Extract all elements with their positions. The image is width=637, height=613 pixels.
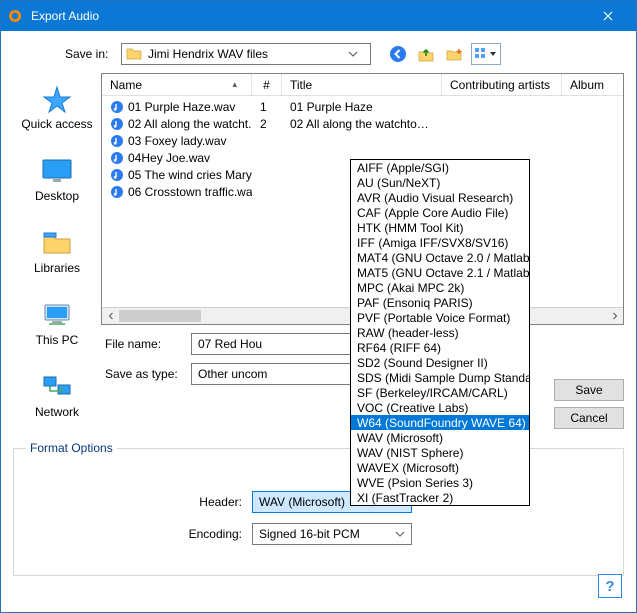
sidebar-item-this-pc[interactable]: This PC (13, 293, 101, 351)
dropdown-option[interactable]: MAT4 (GNU Octave 2.0 / Matlab 4 (351, 250, 529, 265)
dropdown-option[interactable]: AVR (Audio Visual Research) (351, 190, 529, 205)
dropdown-option[interactable]: PVF (Portable Voice Format) (351, 310, 529, 325)
file-title: 02 All along the watchtow... (282, 117, 442, 131)
dropdown-option[interactable]: MPC (Akai MPC 2k) (351, 280, 529, 295)
save-in-value: Jimi Hendrix WAV files (148, 47, 268, 61)
file-name: 06 Crosstown traffic.wav (128, 185, 252, 199)
sidebar-item-libraries[interactable]: Libraries (13, 221, 101, 279)
encoding-label: Encoding: (184, 527, 252, 541)
sidebar-item-desktop[interactable]: Desktop (13, 149, 101, 207)
dropdown-option[interactable]: WVE (Psion Series 3) (351, 475, 529, 490)
dropdown-option[interactable]: AIFF (Apple/SGI) (351, 160, 529, 175)
file-row[interactable]: 03 Foxey lady.wav (102, 132, 623, 149)
close-button[interactable] (585, 1, 630, 31)
dropdown-option[interactable]: VOC (Creative Labs) (351, 400, 529, 415)
save-as-type-value: Other uncom (198, 367, 267, 381)
cancel-button[interactable]: Cancel (554, 407, 624, 429)
header-value: WAV (Microsoft) (259, 495, 345, 509)
dropdown-option[interactable]: RAW (header-less) (351, 325, 529, 340)
column-headers: Name▴ # Title Contributing artists Album (102, 74, 623, 96)
dropdown-option[interactable]: SD2 (Sound Designer II) (351, 355, 529, 370)
save-as-type-label: Save as type: (101, 367, 191, 381)
save-in-row: Save in: Jimi Hendrix WAV files (13, 43, 624, 65)
dropdown-option[interactable]: IFF (Amiga IFF/SVX8/SV16) (351, 235, 529, 250)
save-in-combo[interactable]: Jimi Hendrix WAV files (121, 43, 371, 65)
column-title[interactable]: Title (282, 74, 442, 95)
sidebar-item-label: Desktop (35, 189, 79, 203)
file-name-label: File name: (101, 337, 191, 351)
file-track-number: 2 (252, 117, 282, 131)
file-track-number: 1 (252, 100, 282, 114)
scroll-left-button[interactable] (102, 308, 119, 325)
file-name: 02 All along the watcht... (128, 117, 252, 131)
dropdown-option[interactable]: MAT5 (GNU Octave 2.1 / Matlab 5 (351, 265, 529, 280)
file-row[interactable]: 01 Purple Haze.wav 101 Purple Haze (102, 98, 623, 115)
audio-file-icon (110, 134, 124, 148)
audio-file-icon (110, 168, 124, 182)
sidebar-item-label: This PC (36, 333, 79, 347)
dropdown-option[interactable]: WAVEX (Microsoft) (351, 460, 529, 475)
dropdown-option[interactable]: AU (Sun/NeXT) (351, 175, 529, 190)
file-title: 01 Purple Haze (282, 100, 442, 114)
titlebar: Export Audio (1, 1, 636, 31)
desktop-icon (39, 155, 75, 187)
sidebar-item-label: Network (35, 405, 79, 419)
sidebar-item-label: Libraries (34, 261, 80, 275)
file-name: 05 The wind cries Mary... (128, 168, 252, 182)
dropdown-option[interactable]: XI (FastTracker 2) (351, 490, 529, 505)
network-icon (39, 371, 75, 403)
sidebar-item-label: Quick access (21, 117, 92, 131)
column-album[interactable]: Album (562, 74, 623, 95)
chevron-down-icon (348, 51, 366, 57)
scrollbar-thumb[interactable] (119, 310, 201, 322)
file-row[interactable]: 02 All along the watcht...202 All along … (102, 115, 623, 132)
encoding-combo[interactable]: Signed 16-bit PCM (252, 523, 412, 545)
save-button[interactable]: Save (554, 379, 624, 401)
file-name: 01 Purple Haze.wav (128, 100, 235, 114)
encoding-value: Signed 16-bit PCM (259, 527, 360, 541)
app-icon (7, 8, 23, 24)
file-name: 03 Foxey lady.wav (128, 134, 227, 148)
up-one-level-button[interactable] (415, 43, 437, 65)
window-title: Export Audio (31, 9, 585, 23)
column-artist[interactable]: Contributing artists (442, 74, 562, 95)
dropdown-option[interactable]: WAV (NIST Sphere) (351, 445, 529, 460)
audio-file-icon (110, 117, 124, 131)
dropdown-option[interactable]: HTK (HMM Tool Kit) (351, 220, 529, 235)
format-options-group: Format Options Header: WAV (Microsoft) E… (13, 441, 624, 576)
dropdown-option[interactable]: SF (Berkeley/IRCAM/CARL) (351, 385, 529, 400)
dropdown-option[interactable]: WAV (Microsoft) (351, 430, 529, 445)
back-button[interactable] (387, 43, 409, 65)
column-number[interactable]: # (252, 74, 282, 95)
dropdown-option[interactable]: PAF (Ensoniq PARIS) (351, 295, 529, 310)
save-in-label: Save in: (65, 47, 115, 61)
dropdown-option[interactable]: CAF (Apple Core Audio File) (351, 205, 529, 220)
format-options-legend: Format Options (26, 441, 117, 455)
new-folder-button[interactable] (443, 43, 465, 65)
audio-file-icon (110, 100, 124, 114)
dropdown-option[interactable]: SDS (Midi Sample Dump Standard (351, 370, 529, 385)
star-icon (39, 83, 75, 115)
file-name: 04Hey Joe.wav (128, 151, 210, 165)
sort-asc-icon: ▴ (232, 79, 243, 90)
audio-file-icon (110, 151, 124, 165)
sidebar-item-quick-access[interactable]: Quick access (13, 77, 101, 135)
export-audio-dialog: Export Audio Save in: Jimi Hendrix WAV f… (0, 0, 637, 613)
help-button[interactable]: ? (598, 574, 622, 598)
dropdown-option[interactable]: W64 (SoundFoundry WAVE 64) (351, 415, 529, 430)
column-name[interactable]: Name▴ (102, 74, 252, 95)
header-label: Header: (184, 495, 252, 509)
libraries-icon (39, 227, 75, 259)
dropdown-option[interactable]: RF64 (RIFF 64) (351, 340, 529, 355)
audio-file-icon (110, 185, 124, 199)
folder-icon (126, 46, 142, 62)
places-sidebar: Quick access Desktop Libraries This PC N… (13, 73, 101, 423)
pc-icon (39, 299, 75, 331)
scroll-right-button[interactable] (606, 308, 623, 325)
file-name-value: 07 Red Hou (198, 337, 262, 351)
chevron-down-icon (395, 531, 405, 537)
sidebar-item-network[interactable]: Network (13, 365, 101, 423)
header-dropdown-list[interactable]: AIFF (Apple/SGI)AU (Sun/NeXT)AVR (Audio … (350, 159, 530, 506)
view-menu-button[interactable] (471, 43, 501, 65)
